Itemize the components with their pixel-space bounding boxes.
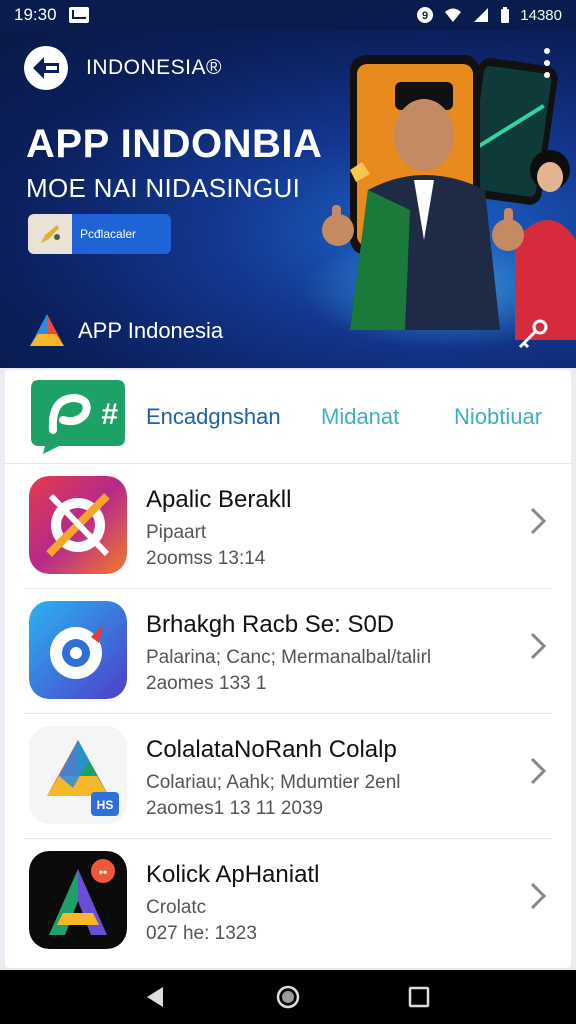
app-title: Kolick ApHaniatl <box>146 861 320 888</box>
letter-a-app-icon: •• <box>29 851 127 949</box>
navigation-bar <box>0 970 576 1024</box>
recents-icon[interactable] <box>406 984 432 1010</box>
hero-banner: INDONESIA® APP INDONBIA MOE NAI NIDASING… <box>0 30 576 368</box>
tab-encadgnshan[interactable]: Encadgnshan <box>146 404 281 430</box>
back-icon[interactable] <box>143 984 169 1010</box>
compass-app-icon <box>29 601 127 699</box>
svg-text:#: # <box>101 398 118 431</box>
chevron-right-icon[interactable] <box>527 504 549 538</box>
tab-midanat[interactable]: Midanat <box>321 404 399 430</box>
app-date: 027 he: 1323 <box>146 923 257 944</box>
chevron-right-icon[interactable] <box>527 754 549 788</box>
hero-title: APP INDONBIA <box>26 122 323 166</box>
drive-logo-icon <box>30 314 64 346</box>
promo-label: Pcđlacaler <box>80 227 137 241</box>
list-item[interactable]: HS ColalataNoRanh Colalp Colariau; Aahk;… <box>5 714 571 839</box>
svg-text:HS: HS <box>97 798 114 812</box>
app-title: Brhakgh Racb Se: S0D <box>146 611 395 638</box>
hero-app-name: APP Indonesia <box>78 318 224 343</box>
brand-name: INDONESIA® <box>86 56 222 79</box>
hero-app-row: APP Indonesia <box>28 312 223 350</box>
app-title: ColalataNoRanh Colalp <box>146 736 397 763</box>
svg-text:••: •• <box>99 865 107 879</box>
svg-text:9: 9 <box>422 10 428 22</box>
app-date: 2aomes 133 1 <box>146 673 267 694</box>
pencil-icon <box>28 214 72 254</box>
content-area: # Encadgnshan Midanat Niobtiuar Apalic B… <box>0 368 576 970</box>
home-icon[interactable] <box>275 984 301 1010</box>
app-subtitle: Crolatc <box>146 897 207 918</box>
list-item[interactable]: Brhakgh Racb Se: S0D Palarina; Canc; Mer… <box>5 589 571 714</box>
tab-row: # Encadgnshan Midanat Niobtiuar <box>5 370 571 464</box>
more-options-icon[interactable] <box>540 48 554 78</box>
back-button[interactable] <box>24 46 68 90</box>
store-logo-icon: # <box>31 380 125 454</box>
app-subtitle: Palarina; Canc; Mermanalbal/talirl <box>146 647 432 668</box>
key-icon[interactable] <box>516 317 550 351</box>
app-date: 2oomss 13:14 <box>146 548 266 569</box>
list-item[interactable]: Apalic Berakll Pipaart 2oomss 13:14 <box>5 464 571 589</box>
app-subtitle: Colariau; Aahk; Mdumtier 2enl <box>146 772 401 793</box>
app-list-card: # Encadgnshan Midanat Niobtiuar Apalic B… <box>5 370 571 968</box>
app-subtitle: Pipaart <box>146 522 207 543</box>
message-icon <box>68 7 89 23</box>
signal-icon <box>474 8 489 22</box>
hero-subtitle: MOE NAI NIDASINGUI <box>26 173 301 203</box>
status-bar: 19:30 9 14380 <box>0 0 576 30</box>
wifi-icon <box>445 8 462 22</box>
target-app-icon <box>29 476 127 574</box>
back-arrow-icon <box>33 57 59 79</box>
list-item[interactable]: •• Kolick ApHaniatl Crolatc 027 he: 1323 <box>5 839 571 964</box>
hero-illustration <box>322 55 576 340</box>
chevron-right-icon[interactable] <box>527 629 549 663</box>
battery-text: 14380 <box>520 6 562 24</box>
chevron-right-icon[interactable] <box>527 879 549 913</box>
status-time: 19:30 <box>14 5 57 24</box>
promo-chip[interactable]: Pcđlacaler <box>28 214 171 254</box>
app-date: 2aomes1 13 11 2039 <box>146 798 324 819</box>
battery-icon <box>501 7 510 23</box>
drive-app-icon: HS <box>29 726 127 824</box>
tab-niobtiuar[interactable]: Niobtiuar <box>454 404 542 430</box>
location-icon: 9 <box>417 7 434 23</box>
app-title: Apalic Berakll <box>146 486 292 513</box>
status-icons: 9 14380 <box>416 6 562 24</box>
